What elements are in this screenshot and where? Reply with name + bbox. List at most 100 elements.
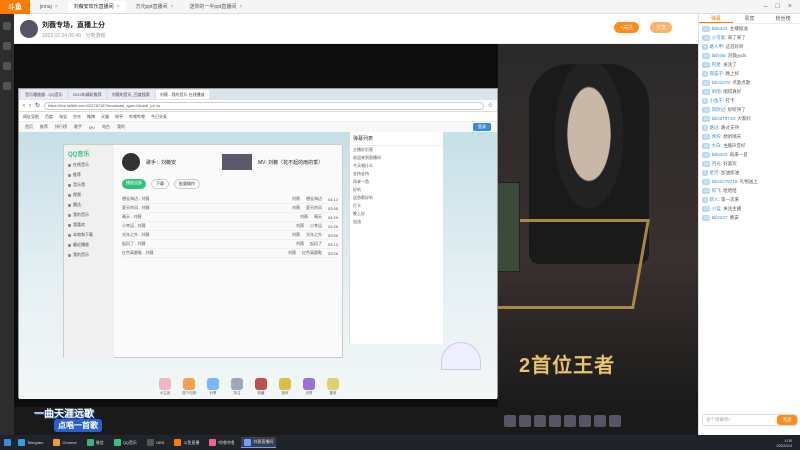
nav-item[interactable]: 歌手 xyxy=(74,124,82,130)
history-icon[interactable] xyxy=(3,82,11,90)
star-icon[interactable]: ☆ xyxy=(488,102,493,109)
chat-username[interactable]: bili2278718 xyxy=(712,116,735,121)
taskbar-item[interactable]: 斗鱼直播 xyxy=(171,437,202,448)
follow-icon[interactable] xyxy=(3,42,11,50)
taskbar-item[interactable]: 哔哩哔哩 xyxy=(206,437,237,448)
nav-item[interactable]: 首页 xyxy=(25,124,33,130)
category-icon[interactable] xyxy=(3,62,11,70)
gift-icon[interactable] xyxy=(594,415,606,427)
gift-icon[interactable] xyxy=(519,415,531,427)
chat-username[interactable]: 新人 xyxy=(710,197,719,202)
sidebar-item[interactable]: 音乐馆 xyxy=(68,182,110,188)
chat-username[interactable]: 夜猫子 xyxy=(710,71,724,76)
sidebar-item[interactable]: 我的音乐 xyxy=(68,212,110,218)
bookmark[interactable]: 哔哩哔哩 xyxy=(129,114,145,120)
sidebar-item[interactable]: 最近播放 xyxy=(68,242,110,248)
dock-item[interactable]: 收藏 xyxy=(252,378,270,396)
taskbar-item[interactable]: Chrome xyxy=(50,437,79,448)
bookmark[interactable]: 网址导航 xyxy=(23,114,39,120)
minimize-icon[interactable]: – xyxy=(764,3,768,10)
bookmark[interactable]: 知乎 xyxy=(115,114,123,120)
gift-icon[interactable] xyxy=(609,415,621,427)
batch-button[interactable]: 批量操作 xyxy=(174,179,200,189)
chat-username[interactable]: 青柠 xyxy=(712,134,721,139)
bookmark[interactable]: 天猫 xyxy=(101,114,109,120)
share-button[interactable]: 分享 xyxy=(650,22,673,33)
chat-username[interactable]: 风吹过 xyxy=(712,107,726,112)
close-window-icon[interactable]: × xyxy=(788,3,792,10)
chat-username[interactable]: 路过 xyxy=(710,125,719,130)
dock-item[interactable]: 分享 xyxy=(204,378,222,396)
sidebar-item[interactable]: 本地和下载 xyxy=(68,232,110,238)
bookmark[interactable]: 今日头条 xyxy=(151,114,167,120)
chat-username[interactable]: bili22278718 xyxy=(712,179,738,184)
chat-username[interactable]: 小蓝 xyxy=(712,206,721,211)
close-icon[interactable]: × xyxy=(239,4,242,10)
song-row[interactable]: 想去海边 - 刘薇 刘薇 想去海边 04:12 xyxy=(122,195,338,204)
close-icon[interactable]: × xyxy=(117,4,120,10)
tab-fans[interactable]: 粉丝榜 xyxy=(766,14,800,23)
chat-username[interactable]: 小鱼干 xyxy=(710,98,724,103)
song-row[interactable]: 起风了 - 刘薇 刘薇 起风了 05:13 xyxy=(122,240,338,249)
sidebar-item[interactable]: 雷达 xyxy=(68,202,110,208)
taskbar-item[interactable]: Telegram xyxy=(15,437,46,448)
song-row[interactable]: 夏天的风 - 刘薇 刘薇 夏天的风 03:45 xyxy=(122,204,338,213)
taskbar-item[interactable]: 微信 xyxy=(84,437,107,448)
chat-username[interactable]: 阿飞 xyxy=(712,188,721,193)
chat-username[interactable]: bili6322 xyxy=(712,26,728,31)
browser-tab-active[interactable]: 刘薇 - 我的音乐 在线播放 xyxy=(155,90,209,99)
dock-item[interactable]: 送个礼物 xyxy=(180,378,198,396)
chat-username[interactable]: bili2227 xyxy=(712,215,728,220)
tab-1[interactable]: 刘薇安欢乐直播间 × xyxy=(67,0,126,13)
play-all-button[interactable]: 播放全部 xyxy=(122,179,146,189)
streamer-avatar[interactable] xyxy=(20,20,38,38)
taskbar-item[interactable]: 刘薇直播间 xyxy=(241,437,277,448)
gift-icon[interactable] xyxy=(504,415,516,427)
taskbar-item[interactable]: OBS xyxy=(144,437,167,448)
browser-tab[interactable]: 音乐播放器 - QQ音乐 xyxy=(21,90,67,99)
dock-item[interactable]: 投币 xyxy=(276,378,294,396)
tab-danmu[interactable]: 弹幕 xyxy=(699,14,733,23)
chat-username[interactable]: 阿星 xyxy=(712,62,721,67)
nav-item[interactable]: 排行榜 xyxy=(55,124,67,130)
bookmark[interactable]: 百度 xyxy=(45,114,53,120)
song-row[interactable]: 晴天 - 刘薇 刘薇 晴天 04:29 xyxy=(122,213,338,222)
tab-0[interactable]: jinnaj × xyxy=(34,1,64,13)
dock-item[interactable]: 点赞 xyxy=(300,378,318,396)
stream-video[interactable]: 2首位王者 音乐播放器 - QQ音乐 2022年精彩推荐 刘薇的音乐_百度搜索 … xyxy=(14,44,698,407)
chat-username[interactable]: 星河 xyxy=(710,170,719,175)
chat-username[interactable]: bilibili6 xyxy=(712,53,726,58)
close-icon[interactable]: × xyxy=(171,4,174,10)
browser-tab[interactable]: 刘薇的音乐_百度搜索 xyxy=(107,90,154,99)
sidebar-item[interactable]: 推荐 xyxy=(68,172,110,178)
browser-tab[interactable]: 2022年精彩推荐 xyxy=(68,90,106,99)
gift-icon[interactable] xyxy=(579,415,591,427)
login-button[interactable]: 登录 xyxy=(473,123,491,131)
url-field[interactable]: https://live.bilibili.com/22278718?broad… xyxy=(44,101,484,110)
sidebar-item[interactable]: 我的音乐 xyxy=(68,252,110,258)
mv-thumbnail[interactable] xyxy=(222,154,253,170)
start-icon[interactable] xyxy=(4,439,11,446)
chat-username[interactable]: 小可爱 xyxy=(712,35,726,40)
follow-button[interactable]: +关注 xyxy=(614,22,639,33)
nav-item[interactable]: 推荐 xyxy=(40,124,48,130)
chat-username[interactable]: 月光 xyxy=(712,161,721,166)
download-button[interactable]: 下载 xyxy=(151,179,169,189)
bookmark[interactable]: 淘宝 xyxy=(59,114,67,120)
bookmark[interactable]: 京东 xyxy=(73,114,81,120)
gift-icon[interactable] xyxy=(564,415,576,427)
chat-username[interactable]: 路人甲 xyxy=(710,44,724,49)
chat-username[interactable]: bili22278 xyxy=(712,80,730,85)
chat-username[interactable]: bili6322 xyxy=(712,152,728,157)
dock-item[interactable]: 更多 xyxy=(324,378,342,396)
gift-icon[interactable] xyxy=(549,415,561,427)
song-row[interactable]: 红色高跟鞋 - 刘薇 刘薇 红色高跟鞋 03:26 xyxy=(122,249,338,258)
maximize-icon[interactable]: □ xyxy=(776,3,780,10)
send-button[interactable]: 发送 xyxy=(777,415,797,425)
sidebar-item[interactable]: 我喜欢 xyxy=(68,222,110,228)
gift-icon[interactable] xyxy=(534,415,546,427)
song-row[interactable]: 光年之外 - 刘薇 刘薇 光年之外 03:55 xyxy=(122,231,338,240)
chat-username[interactable]: 听雨 xyxy=(712,89,721,94)
nav-item[interactable]: 我的 xyxy=(117,124,125,130)
taskbar-item[interactable]: QQ音乐 xyxy=(111,437,140,448)
